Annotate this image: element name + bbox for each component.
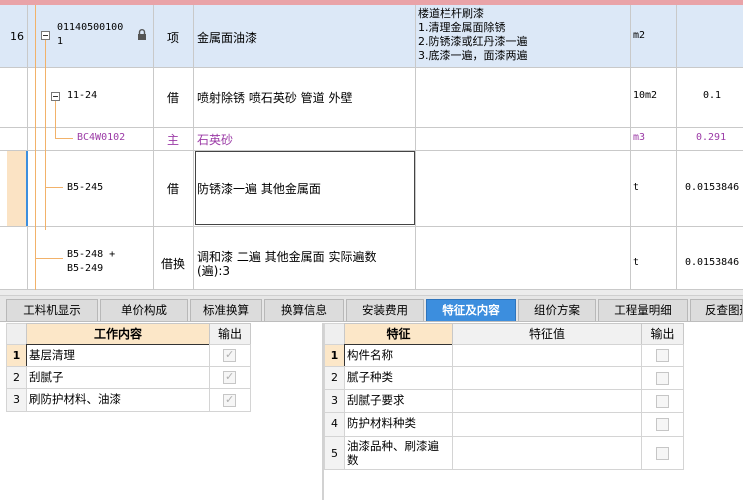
row-index[interactable]: 5 [324, 436, 345, 470]
row-index[interactable]: 3 [6, 388, 27, 412]
output-checkbox[interactable] [223, 370, 236, 384]
item-unit: 10m2 [633, 90, 658, 101]
output-checkbox[interactable] [656, 372, 669, 385]
output-checkbox[interactable] [656, 418, 669, 431]
work-content-cell[interactable]: 刮腻子 [26, 366, 210, 389]
item-code: 11-24 [67, 90, 98, 101]
item-name-cont: (遍):3 [197, 264, 231, 278]
tab-quantity-details[interactable]: 工程量明细 [598, 299, 688, 321]
feature-name-cell[interactable]: 构件名称 [344, 344, 453, 367]
feature-name-cell[interactable]: 油漆品种、刷漆遍 数 [344, 436, 453, 470]
tab-pricing-scheme[interactable]: 组价方案 [518, 299, 596, 321]
row-index[interactable]: 2 [324, 366, 345, 390]
item-code: 01140500100 [57, 22, 124, 33]
column-header-output[interactable]: 输出 [641, 323, 684, 345]
tab-features-content[interactable]: 特征及内容 [426, 299, 516, 321]
item-type: 借 [167, 182, 180, 196]
feature-value-cell[interactable] [452, 412, 642, 437]
detail-tab-strip: 工料机显示 单价构成 标准换算 换算信息 安装费用 特征及内容 组价方案 工程量… [0, 295, 743, 322]
feature-line: 3.底漆一遍，面漆两遍 [418, 49, 528, 62]
item-code-cont: B5-249 [67, 263, 104, 274]
feature-line: 楼道栏杆刷漆 [418, 7, 484, 20]
feature-name-line: 油漆品种、刷漆遍 [347, 439, 439, 453]
item-quantity: 0.0153846 [685, 257, 740, 268]
work-content-cell[interactable]: 基层清理 [26, 344, 210, 367]
output-checkbox[interactable] [656, 395, 669, 408]
item-name[interactable]: 金属面油漆 [197, 29, 257, 46]
item-code: B5-248 + [67, 249, 116, 260]
collapse-toggle-icon[interactable] [51, 92, 60, 101]
tab-unit-price[interactable]: 单价构成 [100, 299, 188, 321]
row-index[interactable]: 4 [324, 412, 345, 437]
item-name[interactable]: 喷射除锈 喷石英砂 管道 外壁 [197, 89, 352, 106]
row-index[interactable]: 2 [6, 366, 27, 389]
table-row-16[interactable] [0, 5, 743, 67]
tree-line [35, 5, 36, 290]
feature-name-cell[interactable]: 防护材料种类 [344, 412, 453, 437]
row-divider [0, 67, 743, 68]
output-checkbox[interactable] [223, 393, 236, 407]
feature-name-cell[interactable]: 刮腻子要求 [344, 389, 453, 413]
work-content-cell[interactable]: 刷防护材料、油漆 [26, 388, 210, 412]
corner-cell [324, 323, 345, 345]
row-number: 16 [10, 30, 24, 43]
item-quantity: 0.1 [703, 90, 722, 101]
item-unit: t [633, 182, 640, 193]
lock-icon [138, 29, 146, 40]
item-type: 借换 [161, 257, 186, 271]
row-index[interactable]: 1 [324, 344, 345, 367]
row-divider [0, 127, 743, 128]
item-unit: t [633, 257, 640, 268]
corner-cell [6, 323, 27, 345]
collapse-toggle-icon[interactable] [41, 31, 50, 40]
item-unit: m3 [633, 132, 646, 143]
tree-line [35, 258, 63, 259]
tree-line [45, 40, 46, 230]
column-header-output[interactable]: 输出 [209, 323, 251, 345]
column-header-work-content[interactable]: 工作内容 [26, 323, 210, 345]
row-divider [0, 226, 743, 227]
feature-value-cell[interactable] [452, 389, 642, 413]
feature-name-line: 数 [347, 453, 359, 467]
item-code: BC4W0102 [77, 132, 126, 143]
tree-line [55, 138, 73, 139]
tab-conversion-info[interactable]: 换算信息 [264, 299, 344, 321]
item-type: 主 [167, 133, 180, 147]
feature-value-cell[interactable] [452, 436, 642, 470]
row-index[interactable]: 3 [324, 389, 345, 413]
output-checkbox[interactable] [223, 348, 236, 362]
current-row-marker [26, 151, 28, 226]
row-selector[interactable] [7, 151, 27, 226]
column-header-feature[interactable]: 特征 [344, 323, 453, 345]
item-type: 借 [167, 91, 180, 105]
row-index[interactable]: 1 [6, 344, 27, 367]
tab-standard-conversion[interactable]: 标准换算 [190, 299, 262, 321]
tab-material-display[interactable]: 工料机显示 [6, 299, 98, 321]
item-unit: m2 [633, 30, 646, 41]
feature-value-cell[interactable] [452, 344, 642, 367]
tree-line [45, 187, 63, 188]
output-checkbox[interactable] [656, 349, 669, 362]
feature-line: 2.防锈漆或红丹漆一遍 [418, 35, 528, 48]
feature-value-cell[interactable] [452, 366, 642, 390]
item-type: 项 [167, 31, 180, 45]
item-code: B5-245 [67, 182, 104, 193]
item-name[interactable]: 防锈漆一遍 其他金属面 [197, 180, 321, 197]
item-quantity: 0.291 [696, 132, 727, 143]
column-header-feature-value[interactable]: 特征值 [452, 323, 642, 345]
feature-line: 1.清理金属面除锈 [418, 21, 506, 34]
feature-name-cell[interactable]: 腻子种类 [344, 366, 453, 390]
item-code-cont: 1 [57, 36, 64, 47]
item-name[interactable]: 石英砂 [197, 131, 233, 148]
tree-line [55, 100, 56, 138]
item-quantity: 0.0153846 [685, 182, 740, 193]
output-checkbox[interactable] [656, 447, 669, 460]
tab-install-fees[interactable]: 安装费用 [346, 299, 424, 321]
tab-reverse-lookup[interactable]: 反查图形 [690, 299, 743, 321]
item-features[interactable]: 楼道栏杆刷漆 1.清理金属面除锈 2.防锈漆或红丹漆一遍 3.底漆一遍，面漆两遍 [418, 7, 528, 63]
